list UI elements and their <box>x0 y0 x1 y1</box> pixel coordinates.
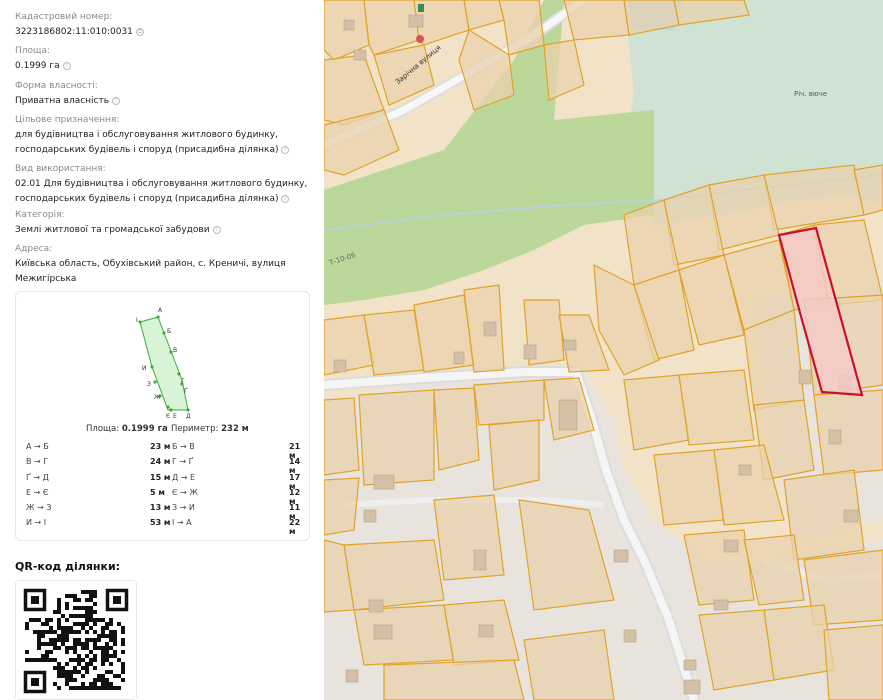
qr-code-title: QR-код ділянки: <box>15 560 121 573</box>
area-label: Площа: <box>15 46 51 56</box>
edge-length: 22 м <box>289 518 301 537</box>
vertex-dot <box>177 372 181 376</box>
edge-length: 24 м <box>150 457 171 467</box>
cadastral-number-value[interactable]: 3223186802:11:010:0031 ⧉ <box>15 25 315 40</box>
edge-label: Д → Е <box>172 472 196 482</box>
vertex-label: Б <box>167 328 171 335</box>
address-field: Адреса: Київська область, Обухівський ра… <box>15 243 315 287</box>
edge-label: И → І <box>26 518 47 528</box>
purpose-field: Цільове призначення: для будівництва і о… <box>15 114 315 158</box>
vertex-label: З <box>147 381 151 388</box>
vertex-label: Е <box>173 413 177 420</box>
usage-field: Вид використання: 02.01 Для будівництва … <box>15 163 315 207</box>
edge-length: 5 м <box>150 487 165 497</box>
edge-row: Ґ → Д 15 м Д → Е 17 м <box>26 472 301 491</box>
poi-marker-icon[interactable] <box>416 35 424 43</box>
ownership-label: Форма власності: <box>15 81 98 91</box>
edge-label: Б → В <box>172 442 195 451</box>
cadastral-number-label: Кадастровий номер: <box>15 12 113 22</box>
edge-length: 15 м <box>150 472 171 482</box>
vertex-label: Ґ <box>184 388 188 395</box>
category-field: Категорія: Землі житлової та громадської… <box>15 209 315 238</box>
vertex-dot <box>156 315 160 319</box>
edge-label: Є → Ж <box>172 487 198 497</box>
vertex-dot <box>186 408 190 412</box>
info-icon[interactable]: ? <box>62 61 71 70</box>
qr-code-image[interactable] <box>16 581 136 699</box>
qr-code-container[interactable] <box>15 580 137 700</box>
edge-length: 23 м <box>150 442 171 451</box>
usage-value: 02.01 Для будівництва і обслуговування ж… <box>15 179 308 204</box>
cadastral-map[interactable]: Зарічна вулиця Річ. вюче Т-10-06 <box>324 0 883 700</box>
info-icon[interactable]: ? <box>281 194 290 203</box>
map-canvas[interactable] <box>324 0 883 700</box>
area-value: 0.1999 га? <box>15 59 315 74</box>
purpose-label: Цільове призначення: <box>15 115 120 125</box>
cadastral-number-field: Кадастровий номер: 3223186802:11:010:003… <box>15 11 315 40</box>
edge-label: Е → Є <box>26 487 49 497</box>
edge-row: В → Г 24 м Г → Ґ 14 м <box>26 457 301 475</box>
edge-label: З → И <box>172 503 195 513</box>
summary-perimeter: Периметр: 232 м <box>171 424 249 434</box>
category-value: Землі житлової та громадської забудови? <box>15 223 315 238</box>
info-icon[interactable]: ? <box>112 96 121 105</box>
summary-area: Площа: 0.1999 га <box>86 424 168 434</box>
area-field: Площа: 0.1999 га? <box>15 45 315 74</box>
edge-label: Ґ → Д <box>26 472 49 482</box>
usage-label: Вид використання: <box>15 164 106 174</box>
parcel-info-sidebar: Кадастровий номер: 3223186802:11:010:003… <box>0 0 324 700</box>
vertex-label: І <box>136 317 138 324</box>
parcel-outline <box>139 316 189 411</box>
parcel-shape-diagram: А Б В Г Ґ Д Е Є Ж З И І <box>136 307 191 420</box>
edge-length-table: А → Б 23 м Б → В 21 м В → Г 24 м Г → Ґ 1… <box>26 442 301 537</box>
edge-label: Ж → З <box>26 503 52 513</box>
edge-label: А → Б <box>26 442 49 451</box>
vertex-label: А <box>158 307 163 314</box>
poi-flag-icon[interactable] <box>418 4 424 12</box>
vertex-dot <box>162 331 166 335</box>
vertex-dot <box>166 405 170 409</box>
edge-row: Е → Є 5 м Є → Ж 12 м <box>26 487 301 506</box>
edge-label: Г → Ґ <box>172 457 194 467</box>
edge-length: 53 м <box>150 518 171 528</box>
vertex-label: Д <box>186 413 191 420</box>
vertex-dot <box>169 408 173 412</box>
vertex-label: Ж <box>154 394 161 401</box>
purpose-value: для будівництва і обслуговування житлово… <box>15 128 315 158</box>
stream-label: Річ. вюче <box>794 90 828 98</box>
edge-label: В → Г <box>26 457 49 467</box>
vertex-label: И <box>142 365 147 372</box>
edge-row: Ж → З 13 м З → И 11 м <box>26 503 301 521</box>
edge-label: І → А <box>172 518 192 528</box>
ownership-value: Приватна власність? <box>15 94 315 109</box>
vertex-label: Є <box>166 413 170 420</box>
parcel-shape-card: А Б В Г Ґ Д Е Є Ж З И І Площа: 0.1999 га… <box>15 291 310 541</box>
vertex-label: Г <box>181 378 185 385</box>
info-icon[interactable]: ? <box>281 145 290 154</box>
edge-row: И → І 53 м І → А 22 м <box>26 518 301 537</box>
edge-row: А → Б 23 м Б → В 21 м <box>26 442 301 460</box>
edge-length: 13 м <box>150 503 171 513</box>
address-label: Адреса: <box>15 244 53 254</box>
vertex-dot <box>153 380 157 384</box>
copy-icon[interactable]: ⧉ <box>135 27 144 36</box>
ownership-field: Форма власності: Приватна власність? <box>15 80 315 109</box>
category-label: Категорія: <box>15 210 65 220</box>
vertex-label: В <box>173 347 177 354</box>
info-icon[interactable]: ? <box>212 225 221 234</box>
address-value: Київська область, Обухівський район, с. … <box>15 259 286 284</box>
vertex-dot <box>150 365 154 369</box>
vertex-dot <box>138 320 142 324</box>
